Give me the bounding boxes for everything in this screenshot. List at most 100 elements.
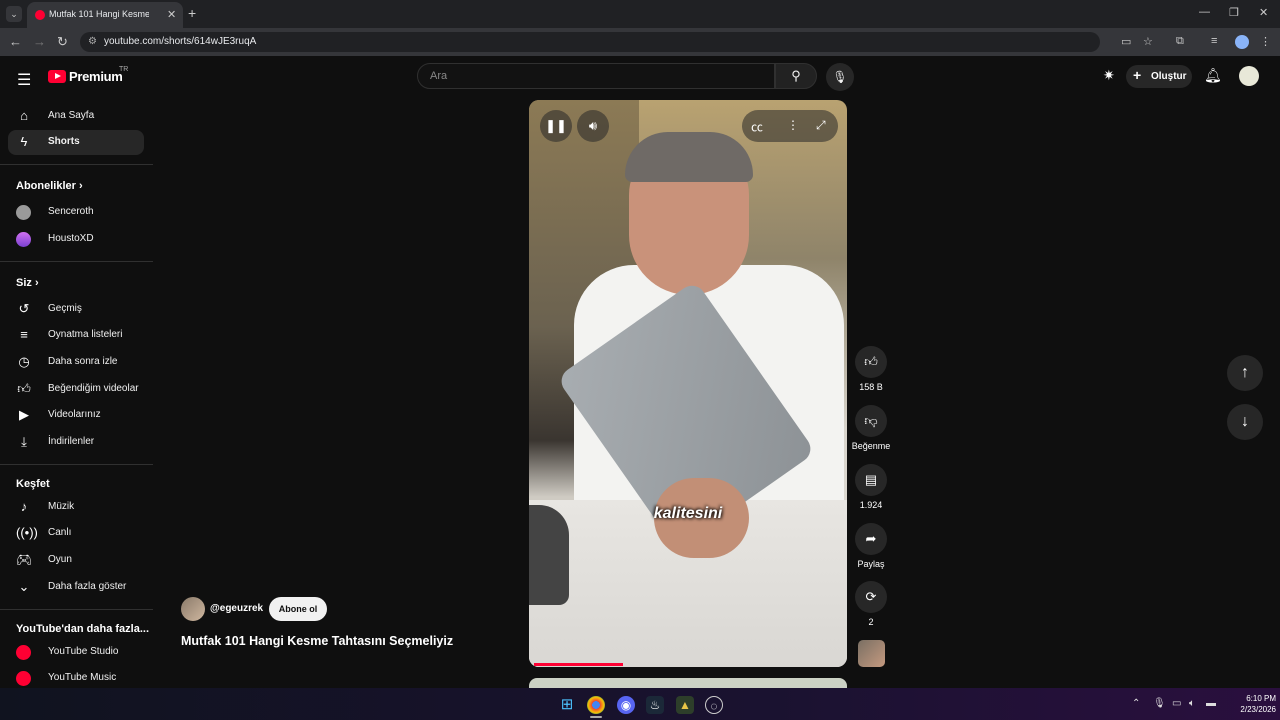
chrome-icon[interactable]: [587, 696, 605, 714]
restore-icon[interactable]: ❐: [1229, 6, 1239, 19]
url-field[interactable]: ⚙ youtube.com/shorts/614wJE3ruqA: [80, 32, 1100, 52]
create-button[interactable]: + Oluştur: [1126, 65, 1192, 88]
comments-action[interactable]: ▤ 1.924: [855, 464, 887, 510]
sidebar-item-shorts[interactable]: ϟ Shorts: [8, 130, 144, 155]
video-title[interactable]: Mutfak 101 Hangi Kesme Tahtasını Seçmeli…: [181, 634, 453, 648]
arrow-down-icon: ↓: [1241, 413, 1249, 430]
volume-button[interactable]: 🔊︎: [577, 110, 609, 142]
liked-icon: 👍︎: [17, 381, 31, 396]
like-action[interactable]: 👍︎ 158 B: [855, 346, 887, 392]
network-icon[interactable]: ▭: [1172, 698, 1181, 709]
sidebar-item-music[interactable]: ♪ Müzik: [8, 495, 144, 520]
captions-icon[interactable]: ㏄: [751, 118, 763, 135]
install-app-icon[interactable]: ▭: [1121, 35, 1131, 48]
fullscreen-icon[interactable]: ⤢: [816, 118, 826, 133]
tab-title: Mutfak 101 Hangi Kesme Ta: [49, 9, 149, 19]
shorts-video-player[interactable]: kalitesini ❚❚ 🔊︎ ㏄ ⋮ ⤢: [529, 100, 847, 667]
sidebar-item-history[interactable]: ↺ Geçmiş: [8, 297, 144, 322]
sidebar-item-liked[interactable]: 👍︎ Beğendiğim videolar: [8, 377, 144, 402]
sidebar-item-houstoxd[interactable]: HoustoXD: [8, 227, 144, 252]
bookmark-star-icon[interactable]: ☆: [1143, 35, 1153, 48]
sidebar-item-label: Daha fazla göster: [48, 581, 127, 592]
search-input[interactable]: Ara: [417, 63, 775, 89]
site-info-icon[interactable]: ⚙: [88, 36, 97, 47]
forward-icon[interactable]: →: [33, 34, 46, 49]
active-app-indicator: [590, 716, 602, 718]
discord-icon[interactable]: ◉: [617, 696, 635, 714]
channel-avatar[interactable]: [181, 597, 205, 621]
video-progress-bar[interactable]: [534, 663, 623, 666]
you-heading[interactable]: Siz ›: [16, 277, 39, 289]
window-close-icon[interactable]: ✕: [1259, 6, 1268, 19]
divider: [0, 609, 153, 610]
thumbs-up-icon: 👍︎: [864, 354, 878, 369]
taskbar-clock[interactable]: 6:10 PM 2/23/2026: [1226, 693, 1276, 715]
like-button[interactable]: 👍︎: [855, 346, 887, 378]
minimize-icon[interactable]: —: [1199, 6, 1210, 18]
windows-start-icon[interactable]: ⊞: [558, 696, 576, 714]
subscriptions-heading[interactable]: Abonelikler ›: [16, 180, 83, 192]
app-icon[interactable]: ▲: [676, 696, 694, 714]
dislike-label: Beğenme: [851, 441, 891, 451]
channel-name[interactable]: @egeuzrek: [210, 603, 263, 614]
sidebar-item-watch-later[interactable]: ◷ Daha sonra izle: [8, 350, 144, 375]
sidebar-item-playlists[interactable]: ≡ Oynatma listeleri: [8, 323, 144, 348]
sidebar-item-downloads[interactable]: ⤓ İndirilenler: [8, 430, 144, 455]
browser-tab[interactable]: Mutfak 101 Hangi Kesme Ta ✕: [27, 2, 183, 28]
youtube-logo-icon[interactable]: [48, 70, 66, 83]
tab-close-icon[interactable]: ✕: [167, 8, 176, 21]
remix-action[interactable]: ⟳ 2: [855, 581, 887, 627]
volume-tray-icon[interactable]: 🔈︎: [1189, 698, 1195, 709]
battery-icon[interactable]: ▬: [1206, 698, 1216, 709]
extensions-icon[interactable]: ⧉: [1176, 35, 1184, 48]
tray-overflow-icon[interactable]: ⌃: [1132, 698, 1140, 709]
steam-icon[interactable]: ♨: [646, 696, 664, 714]
back-icon[interactable]: ←: [9, 34, 22, 49]
account-avatar[interactable]: [1239, 66, 1259, 86]
sidebar-item-youtube-studio[interactable]: YouTube Studio: [8, 640, 144, 665]
sound-thumbnail[interactable]: [858, 640, 885, 667]
sidebar-item-show-more[interactable]: ⌄ Daha fazla göster: [8, 575, 144, 600]
more-options-icon[interactable]: ⋮: [787, 118, 799, 132]
previous-short-button[interactable]: ↑: [1227, 355, 1263, 391]
subscribe-button[interactable]: Abone ol: [269, 597, 327, 621]
sidebar-item-label: Müzik: [48, 501, 75, 512]
share-action[interactable]: ➦ Paylaş: [855, 523, 887, 569]
sidebar-item-label: Shorts: [48, 136, 80, 147]
remix-button[interactable]: ⟳: [855, 581, 887, 613]
next-short-button[interactable]: ↓: [1227, 404, 1263, 440]
plus-icon: +: [1133, 67, 1142, 83]
sidebar-item-your-videos[interactable]: ▶ Videolarınız: [8, 403, 144, 428]
voice-search-button[interactable]: 🎙: [826, 63, 854, 91]
sidebar-item-senceroth[interactable]: Senceroth: [8, 200, 144, 225]
comments-button[interactable]: ▤: [855, 464, 887, 496]
reading-list-icon[interactable]: ≡: [1211, 35, 1217, 47]
sidebar-item-live[interactable]: ((•)) Canlı: [8, 521, 144, 546]
dislike-action[interactable]: 👎︎ Beğenme: [852, 405, 890, 451]
create-label: Oluştur: [1151, 71, 1187, 82]
profile-avatar[interactable]: [1235, 35, 1249, 49]
hamburger-menu-icon[interactable]: ☰: [17, 70, 31, 90]
sidebar-item-label: Canlı: [48, 527, 72, 538]
sidebar-item-gaming[interactable]: 🎮︎ Oyun: [8, 548, 144, 573]
browser-menu-icon[interactable]: ⋮: [1260, 35, 1271, 48]
game-launcher-icon[interactable]: ◌: [705, 696, 723, 714]
dislike-button[interactable]: 👎︎: [855, 405, 887, 437]
ai-icon[interactable]: ✷: [1103, 67, 1115, 84]
mic-tray-icon[interactable]: 🎙: [1153, 698, 1166, 709]
share-button[interactable]: ➦: [855, 523, 887, 555]
pause-button[interactable]: ❚❚: [540, 110, 572, 142]
reload-icon[interactable]: ↻: [57, 34, 68, 50]
explore-heading: Keşfet: [16, 478, 50, 490]
notifications-bell-icon[interactable]: 🔔︎: [1204, 67, 1222, 84]
share-label: Paylaş: [857, 559, 885, 569]
search-button[interactable]: ⚲: [775, 63, 817, 89]
divider: [0, 464, 153, 465]
logo-text[interactable]: Premium: [69, 69, 123, 84]
new-tab-icon[interactable]: +: [188, 5, 196, 21]
chevron-down-icon: ⌄: [18, 579, 30, 594]
sidebar-item-home[interactable]: ⌂ Ana Sayfa: [8, 104, 144, 129]
arrow-up-icon: ↑: [1241, 364, 1249, 381]
tab-search-icon[interactable]: ⌄: [6, 6, 22, 22]
sidebar-item-label: Beğendiğim videolar: [48, 383, 139, 394]
